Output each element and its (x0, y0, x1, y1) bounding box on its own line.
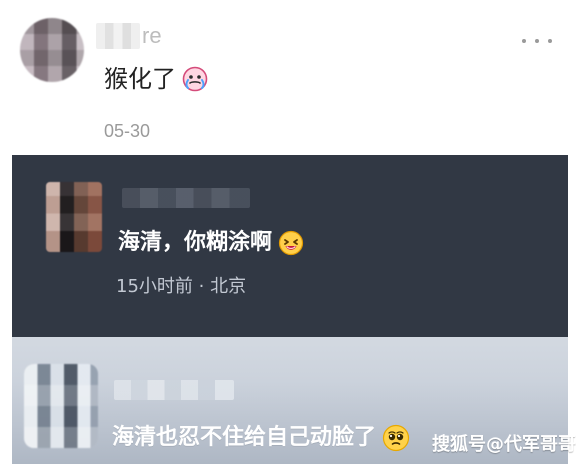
blurred-username (122, 188, 250, 208)
blurred-username (96, 23, 140, 49)
blurred-username (114, 380, 234, 400)
more-dot (548, 39, 552, 43)
more-options-icon[interactable] (522, 36, 552, 46)
avatar[interactable] (20, 18, 84, 82)
comment-text-label: 海清，你糊涂啊 (118, 230, 273, 255)
comment-text: 猴化了 (104, 66, 208, 92)
comment-text: 海清也忍不住给自己动脸了 (112, 424, 410, 452)
username[interactable]: re (96, 22, 162, 50)
username-suffix: re (142, 23, 162, 48)
crying-face-icon (182, 66, 208, 92)
grinning-squint-face-icon (278, 230, 304, 256)
comment-card-top: re 猴化了 05-30 (0, 0, 576, 155)
comment-date: 05-30 (104, 121, 151, 141)
comment-text: 海清，你糊涂啊 (118, 230, 304, 256)
avatar[interactable] (24, 364, 98, 448)
source-watermark: 搜狐号@代军哥哥 (432, 434, 576, 455)
pleading-face-icon (382, 424, 410, 452)
more-dot (522, 39, 526, 43)
comment-meta: 15小时前 · 北京 (116, 276, 247, 297)
comment-text-label: 海清也忍不住给自己动脸了 (112, 425, 377, 450)
more-dot (535, 39, 539, 43)
avatar[interactable] (46, 182, 102, 252)
comment-text-label: 猴化了 (104, 65, 176, 93)
